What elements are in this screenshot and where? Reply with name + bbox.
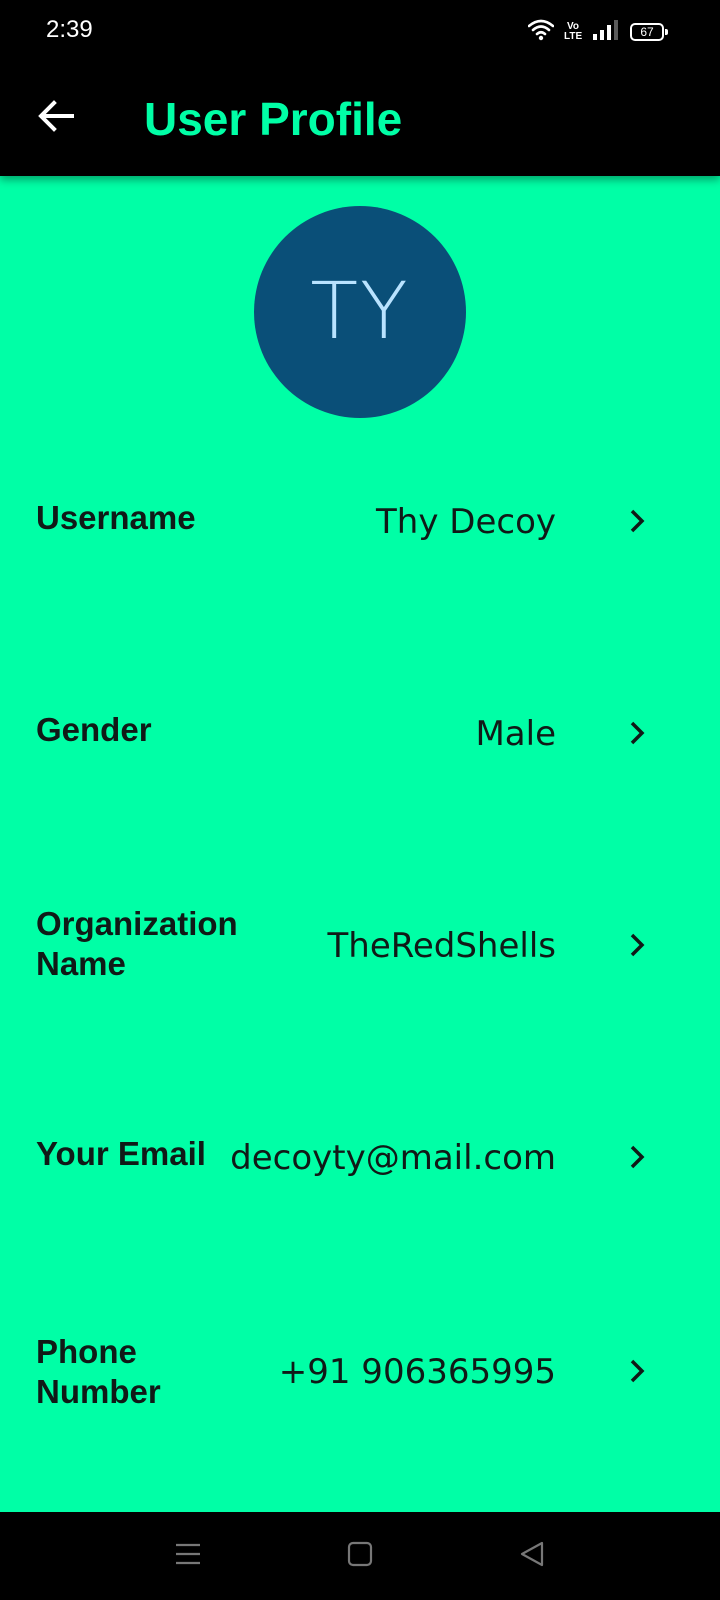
avatar[interactable]: TY	[254, 206, 466, 418]
status-icons: Vo LTE 67	[527, 18, 668, 46]
row-value-email: decoyty@mail.com	[230, 1138, 556, 1178]
profile-row-gender[interactable]: Gender Male	[0, 672, 720, 792]
signal-icon	[592, 19, 620, 46]
battery-icon: 67	[630, 23, 668, 41]
system-back-button[interactable]	[512, 1536, 552, 1576]
profile-row-organization[interactable]: Organization Name TheRedShells	[0, 886, 720, 1006]
row-value-gender: Male	[475, 714, 556, 754]
chevron-right-icon	[624, 1140, 650, 1174]
volte-icon: Vo LTE	[564, 22, 582, 42]
profile-row-phone[interactable]: Phone Number +91 906365995	[0, 1304, 720, 1424]
profile-row-username[interactable]: Username Thy Decoy	[0, 460, 720, 580]
back-triangle-icon	[518, 1540, 546, 1573]
arrow-left-icon	[38, 99, 74, 137]
system-nav-bar	[0, 1512, 720, 1600]
user-profile-screen: 2:39 Vo LTE 67 User Profile TY Username …	[0, 0, 720, 1600]
profile-row-email[interactable]: Your Email decoyty@mail.com	[0, 1096, 720, 1216]
row-label-gender: Gender	[36, 711, 152, 748]
back-button[interactable]	[30, 92, 82, 144]
status-bar: 2:39 Vo LTE 67	[0, 0, 720, 64]
home-icon	[347, 1541, 373, 1572]
status-time: 2:39	[46, 16, 93, 43]
row-label-organization: Organization Name	[36, 905, 238, 982]
app-bar: User Profile	[0, 64, 720, 176]
row-value-organization: TheRedShells	[327, 926, 557, 966]
home-button[interactable]	[340, 1536, 380, 1576]
chevron-right-icon	[624, 504, 650, 538]
row-label-username: Username	[36, 499, 196, 536]
recents-button[interactable]	[168, 1536, 208, 1576]
page-title: User Profile	[144, 93, 403, 145]
row-value-phone: +91 906365995	[278, 1352, 556, 1392]
wifi-icon	[527, 19, 555, 46]
volte-bottom-label: LTE	[564, 31, 583, 42]
menu-icon	[174, 1540, 202, 1573]
row-label-phone: Phone Number	[36, 1333, 161, 1410]
chevron-right-icon	[624, 928, 650, 962]
chevron-right-icon	[624, 1354, 650, 1388]
row-value-username: Thy Decoy	[376, 502, 556, 542]
chevron-right-icon	[624, 716, 650, 750]
